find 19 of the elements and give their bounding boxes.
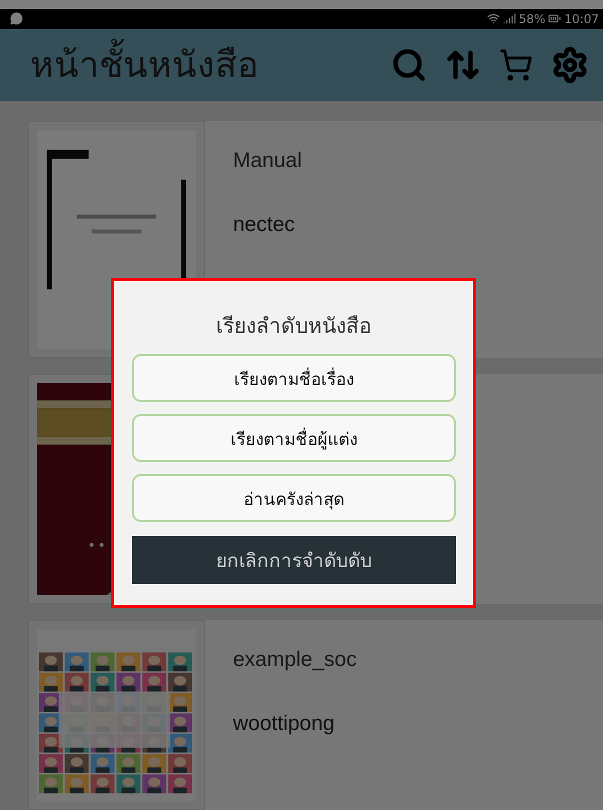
cancel-button[interactable]: ยกเลิกการจำดับดับ xyxy=(132,536,456,584)
settings-button[interactable] xyxy=(551,46,589,84)
book-author: woottipong xyxy=(233,712,336,736)
cart-button[interactable] xyxy=(499,48,533,82)
dialog-title: เรียงลำดับหนังสือ xyxy=(215,313,373,340)
sort-option[interactable]: เรียงตามชื่อเรื่อง xyxy=(132,354,456,402)
signal-icon xyxy=(502,12,516,26)
book-title: Manual xyxy=(233,149,303,173)
book-title: example_soc xyxy=(233,648,358,672)
search-button[interactable] xyxy=(391,46,427,83)
chat-icon xyxy=(10,12,23,26)
app-title: หน้าชั้นหนังสือ xyxy=(30,36,373,94)
battery-percent: 58% xyxy=(518,12,546,26)
sort-option[interactable]: เรียงตามชื่อผู้แต่ง xyxy=(132,414,456,462)
sort-option[interactable]: อ่านครังล่าสุด xyxy=(132,474,456,522)
book-author: nectec xyxy=(233,213,296,237)
clock: 10:07 xyxy=(564,12,599,26)
battery-icon xyxy=(548,12,562,26)
book-card[interactable]: example_soc woottipong xyxy=(28,620,603,810)
